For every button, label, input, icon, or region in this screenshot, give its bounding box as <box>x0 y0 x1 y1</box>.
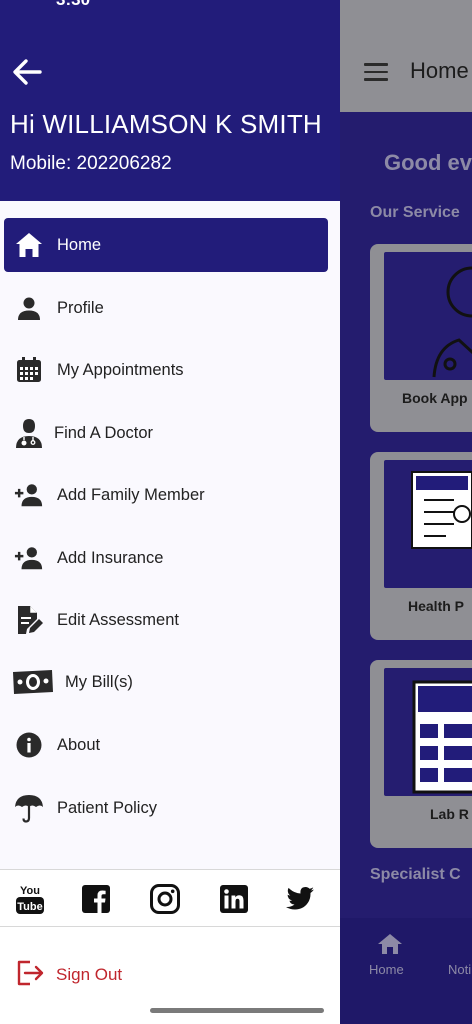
menu-item-about[interactable]: About <box>4 718 328 772</box>
menu-item-my-bills[interactable]: My Bill(s) <box>4 655 328 709</box>
menu-item-find-a-doctor[interactable]: Find A Doctor <box>4 406 328 460</box>
specialist-heading: Specialist C <box>370 866 461 883</box>
back-arrow-icon[interactable] <box>10 55 44 89</box>
facebook-icon[interactable] <box>81 882 111 916</box>
instagram-icon[interactable] <box>150 882 180 916</box>
menu-item-add-insurance[interactable]: Add Insurance <box>4 531 328 585</box>
service-card-label: Health P <box>408 598 465 614</box>
linkedin-icon[interactable] <box>219 882 249 916</box>
services-heading: Our Service <box>370 204 460 221</box>
umbrella-icon <box>14 793 44 823</box>
nav-home-label[interactable]: Home <box>369 962 404 977</box>
sign-out-icon <box>16 960 46 991</box>
menu-item-label: Home <box>57 235 102 254</box>
user-greeting: Hi WILLIAMSON K SMITH <box>10 109 322 139</box>
menu-item-label: Edit Assessment <box>57 610 179 629</box>
home-indicator[interactable] <box>150 1008 324 1013</box>
sign-out-label: Sign Out <box>56 965 123 984</box>
twitter-icon[interactable] <box>285 882 315 916</box>
add-person-icon <box>14 480 44 510</box>
calendar-icon <box>14 355 44 385</box>
menu-item-label: Patient Policy <box>57 798 157 817</box>
nav-notifications-label[interactable]: Noti <box>448 962 471 977</box>
menu-item-label: Add Family Member <box>57 485 205 504</box>
nav-home-icon[interactable] <box>376 932 404 962</box>
edit-document-icon <box>14 605 44 635</box>
service-card-label: Lab R <box>430 806 469 822</box>
money-icon <box>12 667 54 697</box>
health-checkup-illustration <box>384 460 472 588</box>
menu-item-add-family-member[interactable]: Add Family Member <box>4 468 328 522</box>
menu-item-label: My Appointments <box>57 360 184 379</box>
service-card-lab-reports[interactable]: Lab R <box>370 660 472 848</box>
youtube-icon[interactable]: You Tube <box>15 882 45 916</box>
menu-item-label: Profile <box>57 298 104 317</box>
background-page-title: Home <box>410 58 469 83</box>
sign-out-button[interactable]: Sign Out <box>16 958 122 992</box>
service-card-label: Book App <box>402 390 468 406</box>
menu-item-home[interactable]: Home <box>4 218 328 272</box>
navigation-drawer: 3:30 Hi WILLIAMSON K SMITH Mobile: 20220… <box>0 0 340 1024</box>
service-card-book-appointment[interactable]: Book App <box>370 244 472 432</box>
menu-item-edit-assessment[interactable]: Edit Assessment <box>4 593 328 647</box>
menu-item-label: Find A Doctor <box>54 423 154 442</box>
person-icon <box>14 293 44 323</box>
lab-illustration <box>384 668 472 796</box>
bottom-navigation: Home Noti <box>340 918 472 1024</box>
status-bar-time: 3:30 <box>56 0 90 10</box>
menu-item-profile[interactable]: Profile <box>4 281 328 335</box>
drawer-menu: Home Profile My Appointments Find A Doct… <box>0 201 340 869</box>
user-mobile: Mobile: 202206282 <box>10 153 172 174</box>
doctor-illustration <box>384 252 472 380</box>
menu-item-label: About <box>57 735 101 754</box>
menu-item-label: Add Insurance <box>57 548 164 567</box>
menu-item-patient-policy[interactable]: Patient Policy <box>4 781 328 835</box>
doctor-icon <box>14 418 44 448</box>
info-icon <box>14 730 44 760</box>
menu-item-my-appointments[interactable]: My Appointments <box>4 343 328 397</box>
drawer-header: 3:30 Hi WILLIAMSON K SMITH Mobile: 20220… <box>0 0 340 201</box>
svg-text:You: You <box>20 885 40 897</box>
add-person-icon <box>14 543 44 573</box>
svg-text:Tube: Tube <box>17 901 42 913</box>
menu-item-label: My Bill(s) <box>65 672 133 691</box>
social-links: You Tube <box>0 869 340 927</box>
background-greeting: Good ev <box>384 150 472 175</box>
service-card-health-package[interactable]: Health P <box>370 452 472 640</box>
home-icon <box>14 230 44 260</box>
hamburger-menu-icon[interactable] <box>364 63 388 81</box>
